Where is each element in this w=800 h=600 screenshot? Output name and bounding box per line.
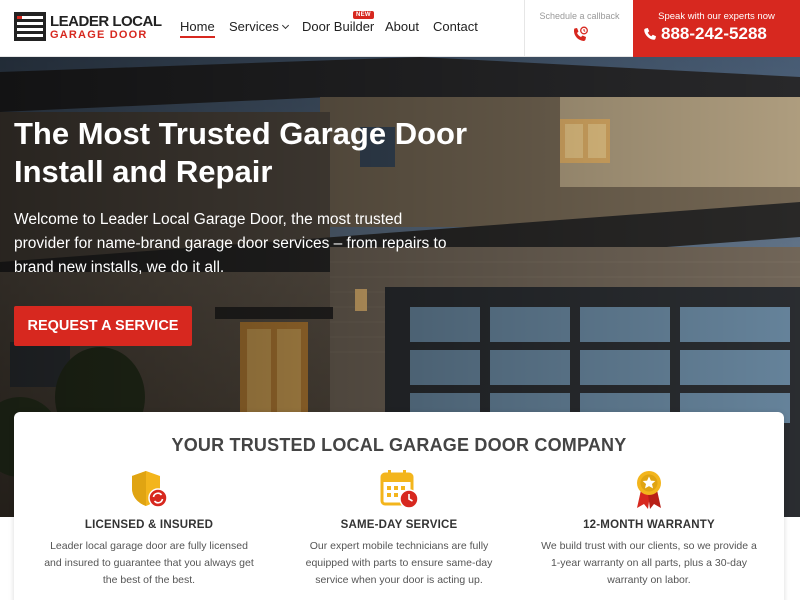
feature-warranty: 12-MONTH WARRANTY We build trust with ou… (529, 468, 769, 589)
callback-label: Schedule a callback (539, 11, 620, 21)
nav-item-contact[interactable]: Contact (433, 19, 478, 34)
nav-item-services[interactable]: Services (229, 19, 289, 34)
calendar-clock-icon (380, 470, 419, 509)
feature-text: Leader local garage door are fully licen… (44, 540, 254, 586)
feature-licensed: LICENSED & INSURED Leader local garage d… (29, 468, 269, 589)
logo-tagline: GARAGE DOOR (50, 29, 148, 41)
feature-title: LICENSED & INSURED (84, 519, 214, 531)
site-logo[interactable]: LEADER LOCAL GARAGE DOOR (14, 12, 162, 44)
feature-same-day: SAME-DAY SERVICE Our expert mobile techn… (279, 468, 519, 589)
chevron-down-icon (281, 21, 289, 30)
phone-clock-icon (574, 26, 588, 41)
call-phone-button[interactable]: Speak with our experts now 888-242-5288 (633, 0, 800, 57)
nav-item-door-builder[interactable]: Door Builder (302, 19, 374, 34)
feature-text: Our expert mobile technicians are fully … (305, 540, 493, 586)
nav-item-about[interactable]: About (385, 19, 419, 34)
nav-item-services-label: Services (229, 19, 279, 34)
feature-title: 12-MONTH WARRANTY (583, 519, 715, 531)
site-header: LEADER LOCAL GARAGE DOOR Home Services D… (0, 0, 800, 57)
schedule-callback-button[interactable]: Schedule a callback (524, 0, 633, 57)
hero-title: The Most Trusted Garage Door Install and… (14, 116, 468, 189)
request-service-button[interactable]: REQUEST A SERVICE (14, 306, 192, 346)
features-card: YOUR TRUSTED LOCAL GARAGE DOOR COMPANY L… (14, 412, 784, 600)
feature-title: SAME-DAY SERVICE (340, 519, 458, 531)
hero-description: Welcome to Leader Local Garage Door, the… (14, 211, 447, 276)
shield-icon (132, 471, 168, 508)
award-medal-icon (637, 471, 661, 509)
phone-number: 888-242-5288 (661, 24, 767, 43)
phone-label: Speak with our experts now (658, 11, 775, 22)
garage-door-logo-icon (14, 12, 46, 41)
feature-text: We build trust with our clients, so we p… (541, 540, 757, 586)
phone-icon (644, 28, 656, 40)
features-heading: YOUR TRUSTED LOCAL GARAGE DOOR COMPANY (171, 435, 627, 455)
nav-item-home[interactable]: Home (180, 19, 215, 38)
new-badge: NEW (353, 11, 374, 19)
logo-name: LEADER LOCAL (50, 13, 162, 30)
